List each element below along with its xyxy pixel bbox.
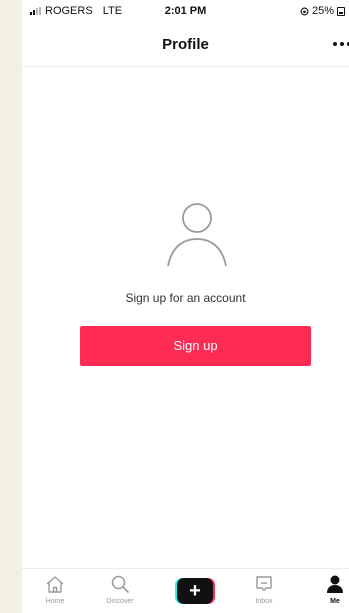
inbox-icon — [234, 574, 294, 594]
page-title: Profile — [162, 36, 209, 53]
status-bar: ROGERS LTE 2:01 PM 25% — [22, 0, 349, 22]
tab-discover[interactable]: Discover — [90, 574, 150, 605]
avatar-placeholder-icon — [167, 203, 227, 267]
orientation-lock-icon — [300, 7, 309, 15]
tab-me-label: Me — [330, 598, 340, 605]
home-icon — [25, 574, 85, 594]
signup-prompt: Sign up for an account — [125, 291, 246, 305]
create-button[interactable]: + — [175, 578, 215, 604]
tab-inbox-label: Inbox — [255, 598, 273, 605]
tab-inbox[interactable]: Inbox — [234, 574, 294, 605]
tab-home[interactable]: Home — [25, 574, 85, 605]
person-icon — [305, 574, 349, 594]
battery-percent: 25% — [311, 5, 334, 17]
nav-bar: Profile — [22, 22, 349, 67]
plus-icon: + — [177, 578, 213, 604]
tab-discover-label: Discover — [106, 598, 134, 605]
phone-screen: ROGERS LTE 2:01 PM 25% Profile Sign up f… — [22, 0, 349, 613]
status-right: 25% — [300, 5, 345, 17]
tab-me[interactable]: Me — [305, 574, 349, 605]
more-options-icon[interactable] — [333, 42, 349, 46]
signup-button[interactable]: Sign up — [80, 326, 311, 366]
battery-icon — [337, 6, 345, 16]
search-icon — [90, 574, 150, 594]
tab-home-label: Home — [45, 598, 65, 605]
